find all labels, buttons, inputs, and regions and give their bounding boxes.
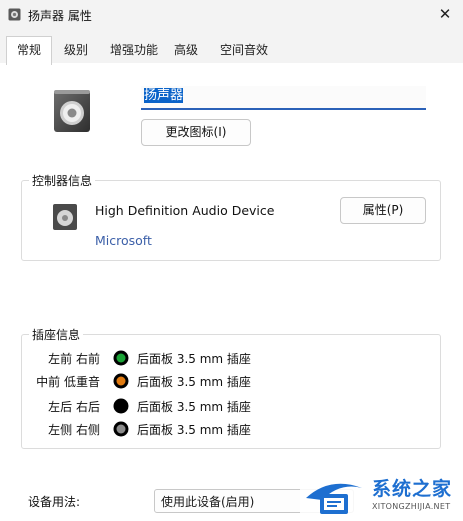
- controller-info-label: 控制器信息: [29, 172, 96, 189]
- jack-channel-label: 左侧 右侧: [48, 423, 100, 437]
- close-icon: ✕: [438, 5, 452, 23]
- jack-channel-label: 中前 低重音: [36, 375, 100, 389]
- tab-spatial-sound[interactable]: 空间音效: [214, 39, 274, 63]
- tab-advanced[interactable]: 高级: [168, 39, 204, 63]
- device-name-field[interactable]: 扬声器: [141, 86, 426, 110]
- jack-color-icon: [113, 421, 129, 437]
- watermark-brand: 系统之家: [372, 478, 453, 500]
- properties-button[interactable]: 属性(P): [340, 197, 426, 224]
- close-button[interactable]: ✕: [433, 2, 457, 26]
- speaker-device-icon: [54, 90, 90, 132]
- window-title: 扬声器 属性: [28, 9, 92, 23]
- jack-info-label: 插座信息: [29, 326, 84, 343]
- jack-description: 后面板 3.5 mm 插座: [137, 400, 251, 414]
- speaker-icon: [8, 8, 21, 21]
- jack-description: 后面板 3.5 mm 插座: [137, 423, 251, 437]
- tab-bar: 常规 级别 增强功能 高级 空间音效: [0, 30, 463, 65]
- device-name-value: 扬声器: [144, 88, 184, 103]
- tab-general[interactable]: 常规: [6, 36, 52, 65]
- audio-device-icon: [53, 204, 77, 230]
- jack-description: 后面板 3.5 mm 插座: [137, 352, 251, 366]
- device-usage-label: 设备用法:: [28, 495, 81, 509]
- jack-row: 左侧 右侧 后面板 3.5 mm 插座: [0, 418, 463, 440]
- controller-vendor: Microsoft: [95, 233, 152, 248]
- change-icon-button[interactable]: 更改图标(I): [141, 119, 251, 146]
- jack-channel-label: 左后 右后: [48, 400, 100, 414]
- jack-channel-label: 左前 右前: [48, 352, 100, 366]
- title-bar: 扬声器 属性 ✕: [0, 0, 463, 30]
- tab-levels[interactable]: 级别: [56, 39, 96, 63]
- jack-color-icon: [113, 398, 129, 414]
- jack-row: 中前 低重音 后面板 3.5 mm 插座: [0, 370, 463, 392]
- controller-device-name: High Definition Audio Device: [95, 203, 275, 218]
- jack-color-icon: [113, 350, 129, 366]
- watermark-url: XITONGZHIJIA.NET: [372, 502, 451, 511]
- tab-enhancements[interactable]: 增强功能: [104, 39, 164, 63]
- jack-color-icon: [113, 373, 129, 389]
- jack-row: 左后 右后 后面板 3.5 mm 插座: [0, 395, 463, 417]
- jack-description: 后面板 3.5 mm 插座: [137, 375, 251, 389]
- jack-row: 左前 右前 后面板 3.5 mm 插座: [0, 347, 463, 369]
